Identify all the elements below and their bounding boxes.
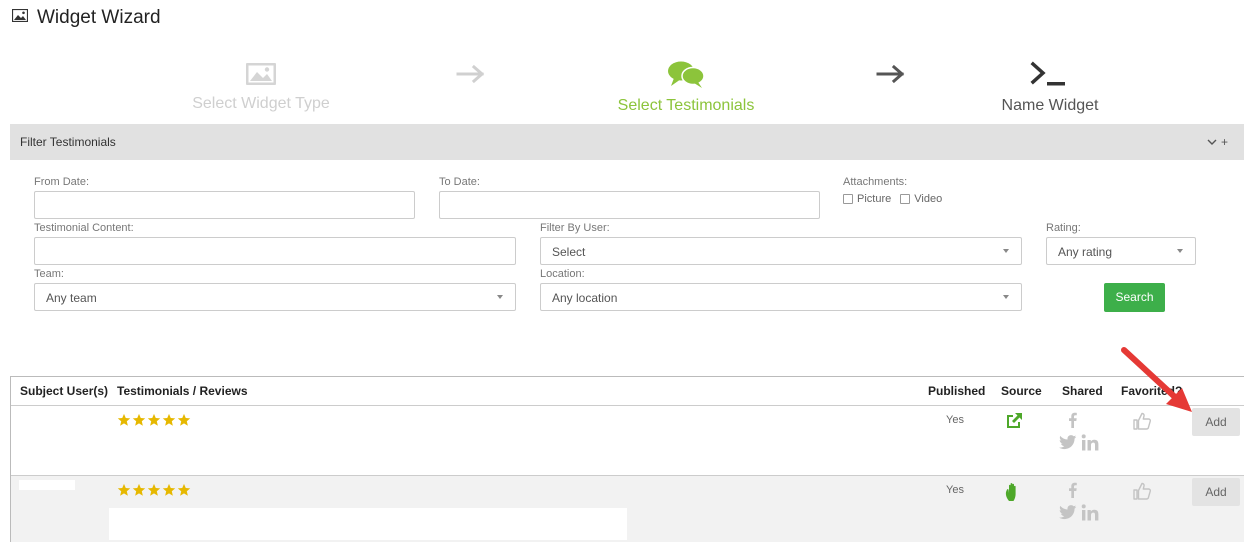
team-select[interactable]: Any team [34,283,516,311]
share-icons [1056,410,1106,454]
star-rating [117,483,191,497]
table-row: Yes Add [11,405,1244,475]
testimonials-table: Subject User(s) Testimonials / Reviews P… [10,376,1244,542]
caret-down-icon [1003,295,1009,299]
chat-bubbles-icon [666,61,706,92]
column-header[interactable]: Testimonials / Reviews [117,384,248,398]
star-icon [177,483,191,496]
to-date-label: To Date: [439,176,480,188]
column-header[interactable]: Published [928,384,985,398]
terminal-prompt-icon [1029,61,1071,92]
image-icon [11,8,29,27]
filter-title: Filter Testimonials [20,135,116,149]
testimonial-content-label: Testimonial Content: [34,222,134,234]
hand-icon[interactable] [1004,481,1024,508]
from-date-input[interactable] [34,191,415,219]
testimonial-text-placeholder [109,508,627,540]
external-link-icon[interactable] [1004,411,1024,436]
arrow-right-icon [456,64,486,89]
facebook-icon[interactable] [1068,482,1077,498]
rating-label: Rating: [1046,222,1081,234]
twitter-icon[interactable] [1059,505,1077,520]
arrow-right-icon [876,64,906,89]
callout-arrow-icon [1118,344,1198,421]
caret-down-icon [497,295,503,299]
wizard-step-label: Select Testimonials [617,97,755,114]
testimonial-content-input[interactable] [34,237,516,265]
video-checkbox[interactable] [900,194,911,204]
table-row: Yes Add [11,475,1244,542]
subject-user-placeholder [19,480,75,490]
column-header[interactable]: Subject User(s) [20,384,108,398]
search-button[interactable]: Search [1104,283,1165,312]
star-icon [147,483,161,496]
caret-down-icon [1177,249,1183,253]
star-icon [177,413,191,426]
add-button[interactable]: Add [1192,408,1240,436]
filter-by-user-select[interactable]: Select [540,237,1022,265]
column-header[interactable]: Shared [1062,384,1103,398]
page-title: Widget Wizard [37,7,161,28]
caret-down-icon [1003,249,1009,253]
chevron-down-icon [1207,139,1217,145]
wizard-step-select-testimonials[interactable]: Select Testimonials [591,60,781,115]
share-icons [1056,480,1106,524]
add-button[interactable]: Add [1192,478,1240,506]
page-header: Widget Wizard [11,7,161,29]
location-value: Any location [552,291,618,305]
thumbs-up-icon[interactable] [1132,481,1152,506]
wizard-step-label: Select Widget Type [192,95,330,112]
wizard-step-select-widget-type[interactable]: Select Widget Type [171,62,351,113]
filter-header[interactable]: Filter Testimonials + [10,124,1244,160]
filter-by-user-label: Filter By User: [540,222,610,234]
team-value: Any team [46,291,97,305]
linkedin-icon[interactable] [1081,434,1099,451]
twitter-icon[interactable] [1059,435,1077,450]
column-header[interactable]: Source [1001,384,1042,398]
team-label: Team: [34,268,64,280]
star-icon [132,413,146,426]
filter-by-user-value: Select [552,245,586,259]
location-label: Location: [540,268,585,280]
to-date-input[interactable] [439,191,820,219]
rating-select[interactable]: Any rating [1046,237,1196,265]
wizard-step-label: Name Widget [1001,97,1099,114]
picture-checkbox[interactable] [843,194,853,204]
rating-value: Any rating [1058,245,1113,259]
star-icon [162,413,176,426]
star-icon [117,483,131,496]
picture-label: Picture [857,193,892,205]
plus-icon: + [1220,135,1228,149]
linkedin-icon[interactable] [1081,504,1099,521]
location-select[interactable]: Any location [540,283,1022,311]
from-date-label: From Date: [34,176,90,188]
star-icon [147,413,161,426]
facebook-icon[interactable] [1068,412,1077,428]
filter-toggle[interactable]: + [1207,135,1228,149]
video-label: Video [914,193,943,205]
attachments-label: Attachments: [843,176,908,188]
image-icon [245,63,277,90]
published-status: Yes [946,414,964,426]
star-icon [162,483,176,496]
star-icon [132,483,146,496]
published-status: Yes [946,484,964,496]
attachments-options: Picture Video [843,193,942,205]
star-rating [117,413,191,427]
wizard-step-name-widget[interactable]: Name Widget [980,60,1120,115]
star-icon [117,413,131,426]
